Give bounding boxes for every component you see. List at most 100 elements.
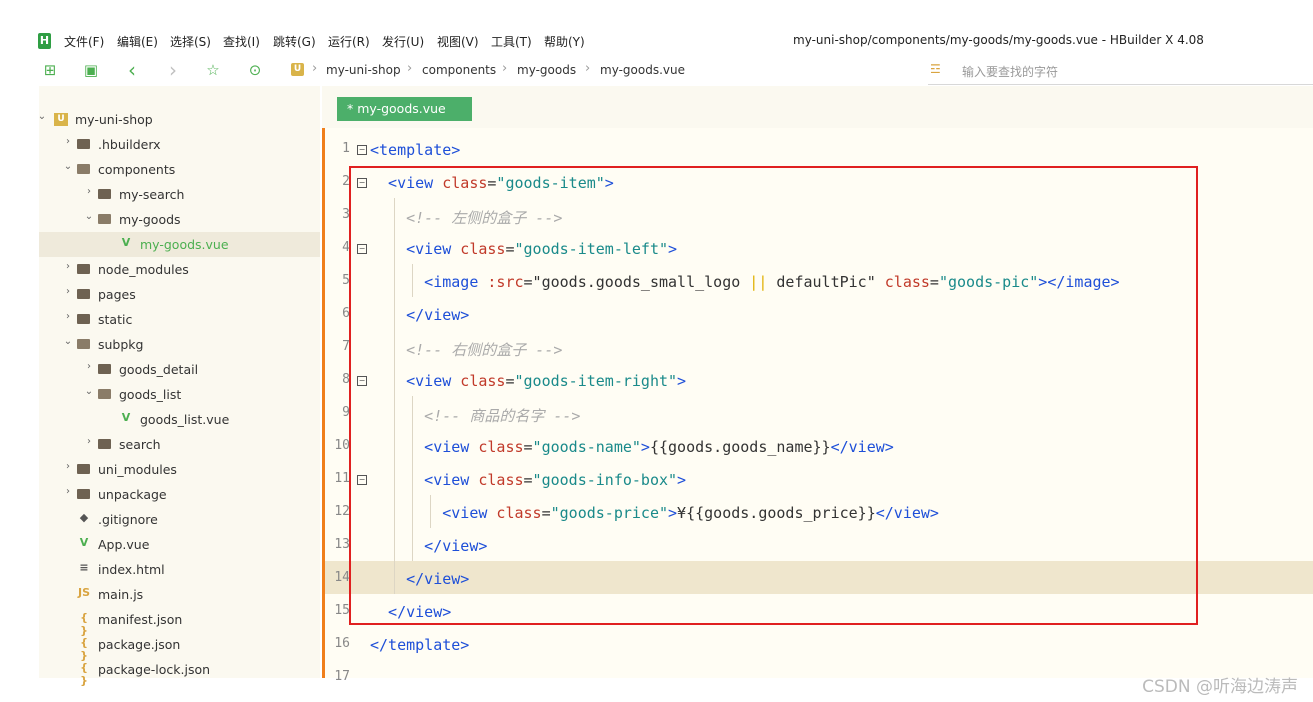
tree-item-label: node_modules: [98, 262, 189, 277]
breadcrumb-item[interactable]: my-goods.vue: [600, 63, 685, 77]
chevron-down-icon[interactable]: ⌄: [63, 336, 73, 347]
tree-item[interactable]: ⌄ components: [39, 157, 320, 182]
chevron-right-icon[interactable]: ›: [84, 436, 94, 447]
chevron-right-icon: ›: [407, 61, 413, 76]
tree-item[interactable]: › .hbuilderx: [39, 132, 320, 157]
back-icon[interactable]: ‹: [124, 60, 140, 80]
tree-item[interactable]: ⌄ my-goods: [39, 207, 320, 232]
chevron-right-icon[interactable]: ›: [84, 361, 94, 372]
chevron-down-icon[interactable]: ⌄: [84, 211, 94, 222]
save-icon[interactable]: ▣: [83, 62, 99, 78]
code-text: <template>: [370, 141, 460, 159]
tree-item-label: subpkg: [98, 337, 144, 352]
line-number: 13: [334, 537, 350, 552]
run-icon[interactable]: ⊙: [247, 62, 263, 78]
menu-item[interactable]: 发行(U): [382, 33, 424, 50]
tree-item-label: uni_modules: [98, 462, 177, 477]
folder-icon: [98, 439, 111, 449]
chevron-right-icon[interactable]: ›: [63, 461, 73, 472]
tree-item[interactable]: V App.vue: [39, 532, 320, 557]
chevron-right-icon[interactable]: ›: [63, 261, 73, 272]
breadcrumb-item[interactable]: my-uni-shop: [326, 63, 401, 77]
line-number: 5: [342, 273, 350, 288]
tree-item-label: my-uni-shop: [75, 112, 153, 127]
tree-item-label: my-goods.vue: [140, 237, 229, 252]
chevron-right-icon[interactable]: ›: [63, 286, 73, 297]
tree-item-label: goods_list: [119, 387, 182, 402]
tree-item[interactable]: ◆ .gitignore: [39, 507, 320, 532]
folder-icon: [98, 389, 111, 399]
folder-icon: [77, 489, 90, 499]
menu-item[interactable]: 文件(F): [64, 33, 104, 50]
chevron-down-icon[interactable]: ⌄: [84, 386, 94, 397]
highlight-box: [349, 166, 1198, 625]
menu-item[interactable]: 跳转(G): [273, 33, 316, 50]
tree-item-label: .hbuilderx: [98, 137, 161, 152]
folder-icon: [98, 214, 111, 224]
menu-item[interactable]: 编辑(E): [117, 33, 158, 50]
tree-item-label: pages: [98, 287, 136, 302]
hbuilder-logo: H: [38, 33, 51, 49]
tree-item[interactable]: Vmy-goods.vue: [39, 232, 320, 257]
tree-item[interactable]: › uni_modules: [39, 457, 320, 482]
folder-icon: [77, 339, 90, 349]
line-number: 14: [334, 570, 350, 585]
code-line[interactable]: 16 </template>: [322, 627, 1313, 660]
code-line[interactable]: 1− <template>: [322, 132, 1313, 165]
menu-item[interactable]: 帮助(Y): [544, 33, 585, 50]
menu-item[interactable]: 查找(I): [223, 33, 260, 50]
tree-item[interactable]: ⌄ subpkg: [39, 332, 320, 357]
menu-item[interactable]: 视图(V): [437, 33, 479, 50]
tree-item[interactable]: › static: [39, 307, 320, 332]
tree-item-label: main.js: [98, 587, 144, 602]
menu-item[interactable]: 工具(T): [491, 33, 532, 50]
chevron-right-icon[interactable]: ›: [63, 486, 73, 497]
line-number: 10: [334, 438, 350, 453]
git-file-icon: ◆: [79, 511, 89, 524]
chevron-down-icon[interactable]: ⌄: [37, 111, 47, 122]
chevron-right-icon[interactable]: ›: [63, 136, 73, 147]
folder-icon: [77, 139, 90, 149]
tree-item[interactable]: JS main.js: [39, 582, 320, 607]
fold-toggle-icon[interactable]: −: [357, 145, 367, 155]
tree-item[interactable]: › unpackage: [39, 482, 320, 507]
tree-item[interactable]: Vgoods_list.vue: [39, 407, 320, 432]
tree-item[interactable]: › goods_detail: [39, 357, 320, 382]
tree-item-label: package-lock.json: [98, 662, 211, 677]
tree-item[interactable]: { } package.json: [39, 632, 320, 662]
menu-item[interactable]: 选择(S): [170, 33, 211, 50]
tree-item-label: .gitignore: [98, 512, 158, 527]
tab-my-goods-vue[interactable]: * my-goods.vue: [337, 97, 472, 121]
search-icon: ☲: [930, 62, 941, 76]
forward-icon[interactable]: ›: [165, 60, 181, 80]
window-title: my-uni-shop/components/my-goods/my-goods…: [793, 33, 1204, 47]
code-text: </template>: [370, 636, 469, 654]
search-placeholder: 输入要查找的字符: [962, 65, 1059, 79]
chevron-right-icon[interactable]: ›: [63, 311, 73, 322]
tree-item-label: my-goods: [119, 212, 181, 227]
tree-item[interactable]: › my-search: [39, 182, 320, 207]
code-token: <template>: [370, 141, 461, 159]
star-icon[interactable]: ☆: [205, 62, 221, 78]
chevron-right-icon[interactable]: ›: [84, 186, 94, 197]
tree-item[interactable]: › node_modules: [39, 257, 320, 282]
line-number: 2: [342, 174, 350, 189]
tree-item[interactable]: ⌄ Umy-uni-shop: [37, 107, 320, 132]
tree-item-label: goods_detail: [119, 362, 199, 377]
tree-item[interactable]: ⌄ goods_list: [39, 382, 320, 407]
tree-item[interactable]: › pages: [39, 282, 320, 307]
breadcrumb-item[interactable]: my-goods: [517, 63, 576, 77]
chevron-right-icon: ›: [502, 61, 508, 76]
breadcrumb-item[interactable]: components: [422, 63, 496, 77]
project-explorer: ⌄ Umy-uni-shop › .hbuilderx ⌄ components › my-s…: [37, 86, 320, 687]
tree-item-label: App.vue: [98, 537, 150, 552]
chevron-down-icon[interactable]: ⌄: [63, 161, 73, 172]
tree-item[interactable]: { } manifest.json: [39, 607, 320, 637]
tree-item[interactable]: › search: [39, 432, 320, 457]
new-file-icon[interactable]: ⊞: [42, 62, 58, 78]
tree-item-label: index.html: [98, 562, 165, 577]
menu-item[interactable]: 运行(R): [328, 33, 370, 50]
tree-item[interactable]: ≡ index.html: [39, 557, 320, 582]
tree-item[interactable]: { } package-lock.json: [39, 657, 320, 687]
json-file-icon: { }: [80, 661, 88, 687]
